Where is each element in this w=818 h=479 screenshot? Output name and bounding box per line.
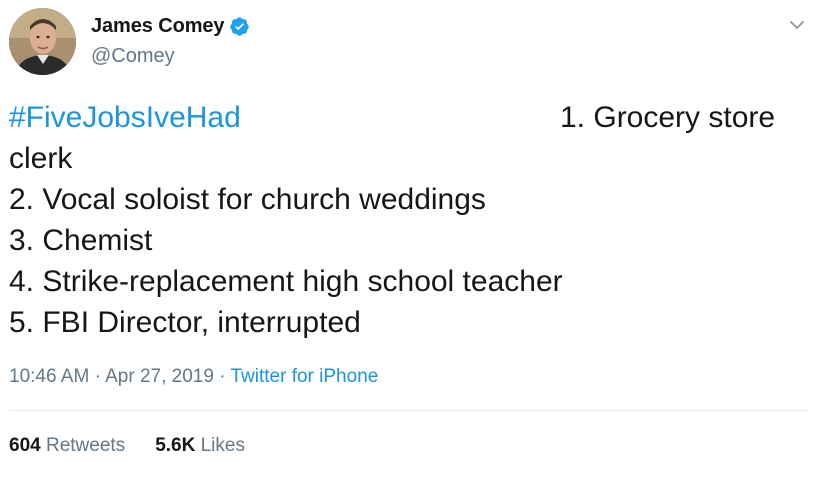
retweets-label: Retweets <box>45 435 126 456</box>
list-item: 1. Grocery store <box>560 101 776 134</box>
list-item: 2. Vocal soloist for church weddings <box>9 183 486 216</box>
divider <box>9 410 809 411</box>
retweets-stat[interactable]: 604 Retweets <box>9 435 125 457</box>
tweet-stats: 604 Retweets 5.6K Likes <box>9 435 245 457</box>
avatar-photo <box>9 8 76 75</box>
likes-label: Likes <box>200 435 245 456</box>
meta-separator: · <box>219 366 226 387</box>
chevron-down-icon[interactable] <box>786 14 808 36</box>
tweet-card: James Comey @Comey #FiveJobsIveHad 1. Gr… <box>0 0 818 479</box>
tweet-line-1: #FiveJobsIveHad 1. Grocery store <box>9 97 809 138</box>
retweets-count: 604 <box>9 435 41 456</box>
tweet-source-link[interactable]: Twitter for iPhone <box>230 366 378 387</box>
tweet-text: #FiveJobsIveHad 1. Grocery store clerk 2… <box>9 97 809 343</box>
likes-count: 5.6K <box>155 435 196 456</box>
tweet-time[interactable]: 10:46 AM <box>9 366 89 387</box>
verified-badge-icon <box>229 16 250 37</box>
tweet-date[interactable]: Apr 27, 2019 <box>105 366 214 387</box>
meta-separator: · <box>94 366 101 387</box>
likes-stat[interactable]: 5.6K Likes <box>155 435 245 457</box>
list-item: 3. Chemist <box>9 224 153 257</box>
hashtag-link[interactable]: #FiveJobsIveHad <box>9 101 241 134</box>
author-display-name[interactable]: James Comey <box>91 15 225 38</box>
author-name-row[interactable]: James Comey <box>91 15 250 38</box>
avatar[interactable] <box>9 8 76 75</box>
list-item: 4. Strike-replacement high school teache… <box>9 265 563 298</box>
list-item: clerk <box>9 142 73 175</box>
tweet-metadata: 10:46 AM · Apr 27, 2019 · Twitter for iP… <box>9 366 378 388</box>
author-handle[interactable]: @Comey <box>91 45 175 68</box>
list-item: 5. FBI Director, interrupted <box>9 306 361 339</box>
